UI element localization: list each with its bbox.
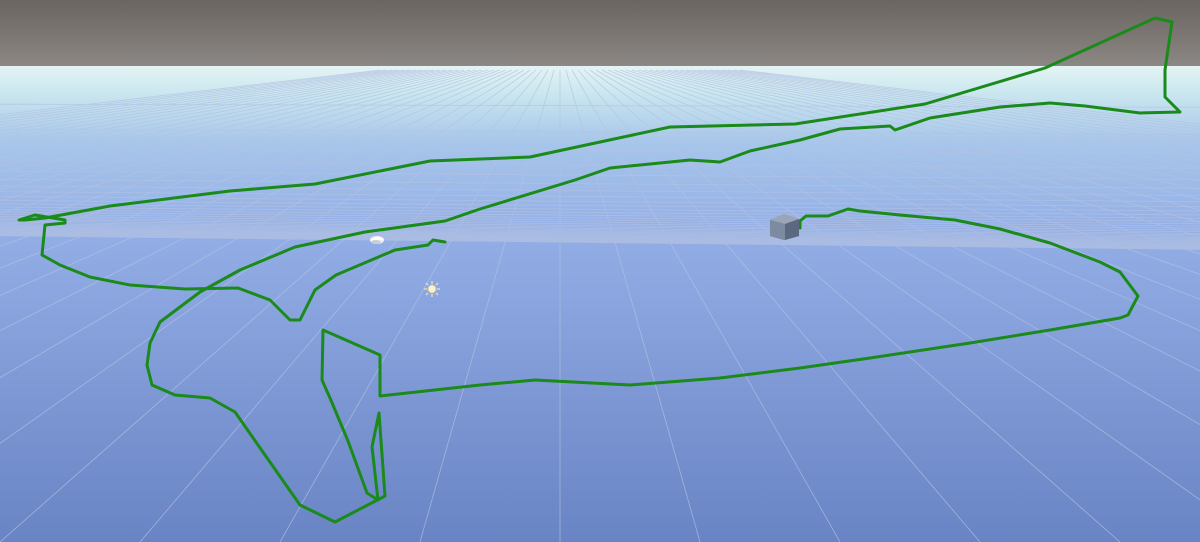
sun-light-icon[interactable] <box>424 281 440 297</box>
scene-canvas[interactable] <box>0 0 1200 542</box>
ground-plane <box>0 66 1200 542</box>
sky-background <box>0 0 1200 72</box>
scene-viewport[interactable] <box>0 0 1200 542</box>
camera-icon[interactable] <box>370 236 384 244</box>
